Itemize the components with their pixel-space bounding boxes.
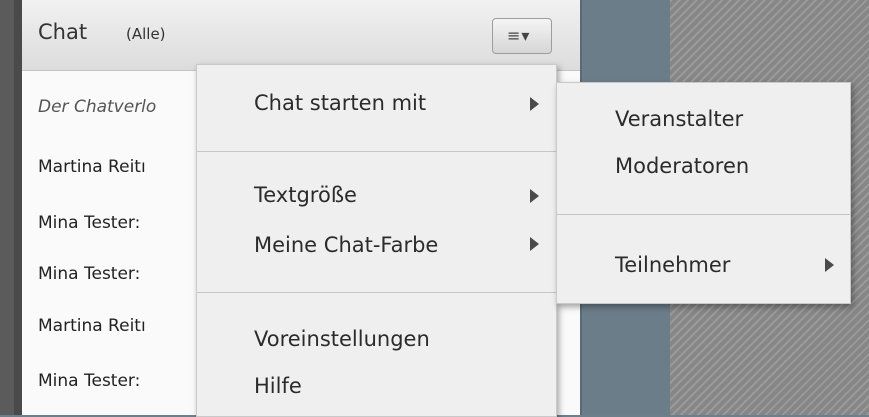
chat-message: Mina Tester: [38,213,141,233]
chat-message: Mina Tester: [38,264,141,284]
submenu-arrow-icon [530,189,539,203]
chat-message: Martina Reitı [38,157,146,177]
submenu-item-moderatoren[interactable]: Moderatoren [615,154,749,178]
submenu-item-teilnehmer[interactable]: Teilnehmer [615,253,730,277]
submenu-arrow-icon [530,237,539,251]
menu-item-hilfe[interactable]: Hilfe [254,374,302,398]
chat-message-history-note: Der Chatverlo [38,97,157,117]
menu-divider [197,151,556,152]
left-frame-inner [14,0,22,415]
menu-item-chat-starten-mit[interactable]: Chat starten mit [254,91,426,115]
menu-item-voreinstellungen[interactable]: Voreinstellungen [254,327,430,351]
pod-title: Chat [38,20,88,44]
pod-header: Chat (Alle) ≡▾ [22,0,580,71]
pod-scope-label: (Alle) [126,25,166,43]
left-frame [0,0,22,415]
chat-message: Martina Reitı [38,316,146,336]
submenu-arrow-icon [530,97,539,111]
menu-lines-icon: ≡▾ [507,26,531,45]
menu-item-textgroesse[interactable]: Textgröße [254,183,357,207]
submenu-arrow-icon [825,258,834,272]
chat-starten-mit-submenu: Veranstalter Moderatoren Teilnehmer [556,82,851,304]
submenu-divider [557,214,850,215]
pod-options-menu: Chat starten mit Textgröße Meine Chat-Fa… [196,64,557,417]
pod-options-button[interactable]: ≡▾ [492,18,552,54]
submenu-item-veranstalter[interactable]: Veranstalter [615,107,743,131]
menu-divider [197,292,556,293]
chat-message: Mina Tester: [38,371,141,391]
menu-item-meine-chat-farbe[interactable]: Meine Chat-Farbe [254,233,438,257]
